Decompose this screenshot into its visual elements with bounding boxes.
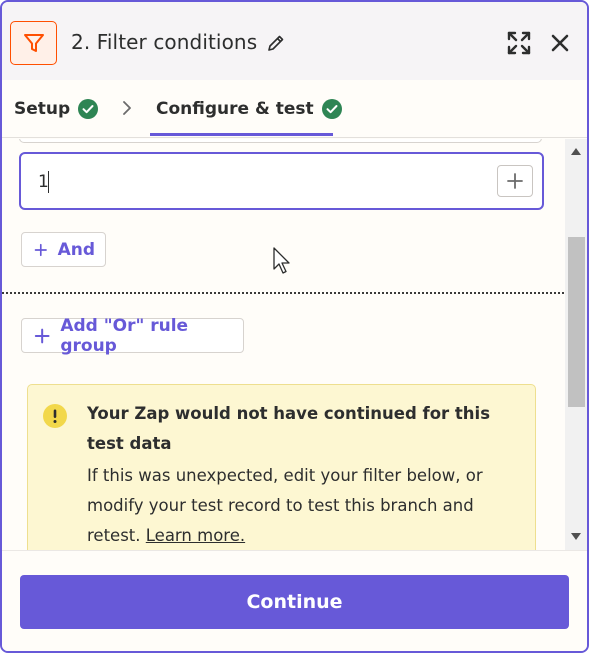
insert-data-button[interactable] xyxy=(497,165,533,197)
learn-more-link[interactable]: Learn more. xyxy=(146,526,245,545)
test-result-warning: Your Zap would not have continued for th… xyxy=(27,384,536,550)
add-and-condition-button[interactable]: And xyxy=(21,232,106,267)
add-or-rule-group-button[interactable]: Add "Or" rule group xyxy=(21,315,244,356)
vertical-scrollbar[interactable] xyxy=(565,139,587,550)
plus-icon xyxy=(34,328,50,343)
previous-condition-field[interactable] xyxy=(19,139,542,143)
plus-icon xyxy=(34,243,47,256)
text-caret xyxy=(48,171,49,193)
tab-configure-label: Configure & test xyxy=(156,99,314,119)
filter-content-scroll[interactable]: 1 And Add "Or" rule group Your Zap would… xyxy=(2,139,564,550)
pencil-icon[interactable] xyxy=(266,33,286,53)
or-group-label: Add "Or" rule group xyxy=(60,315,189,356)
filter-app-icon xyxy=(10,21,57,65)
plus-icon xyxy=(507,173,523,189)
close-icon[interactable] xyxy=(550,33,570,53)
step-tabs: Setup Configure & test xyxy=(2,80,587,138)
and-label: And xyxy=(57,239,95,260)
continue-button[interactable]: Continue xyxy=(20,575,569,629)
step-title: 2. Filter conditions xyxy=(71,30,258,54)
chevron-right-icon xyxy=(123,101,131,115)
warning-title: Your Zap would not have continued for th… xyxy=(87,404,491,453)
step-footer: Continue xyxy=(2,550,587,651)
tab-setup[interactable]: Setup xyxy=(14,99,99,119)
filter-step-panel: 2. Filter conditions Setup Configure & t… xyxy=(0,0,589,653)
expand-icon[interactable] xyxy=(506,30,532,56)
step-header: 2. Filter conditions xyxy=(2,2,587,80)
mouse-pointer-icon xyxy=(273,247,290,274)
scroll-down-arrow-icon[interactable] xyxy=(571,533,581,541)
warning-body: If this was unexpected, edit your filter… xyxy=(87,461,527,550)
tab-configure-test[interactable]: Configure & test xyxy=(156,99,342,119)
scroll-up-arrow-icon[interactable] xyxy=(571,147,581,155)
active-tab-indicator xyxy=(150,133,333,136)
tab-setup-label: Setup xyxy=(14,99,71,119)
check-circle-icon xyxy=(321,99,342,119)
scrollbar-thumb[interactable] xyxy=(568,237,585,407)
filter-icon xyxy=(23,34,44,52)
exclamation-icon xyxy=(43,404,67,428)
condition-value-input[interactable]: 1 xyxy=(19,152,544,210)
or-group-divider xyxy=(2,292,564,294)
check-circle-icon xyxy=(78,99,99,119)
